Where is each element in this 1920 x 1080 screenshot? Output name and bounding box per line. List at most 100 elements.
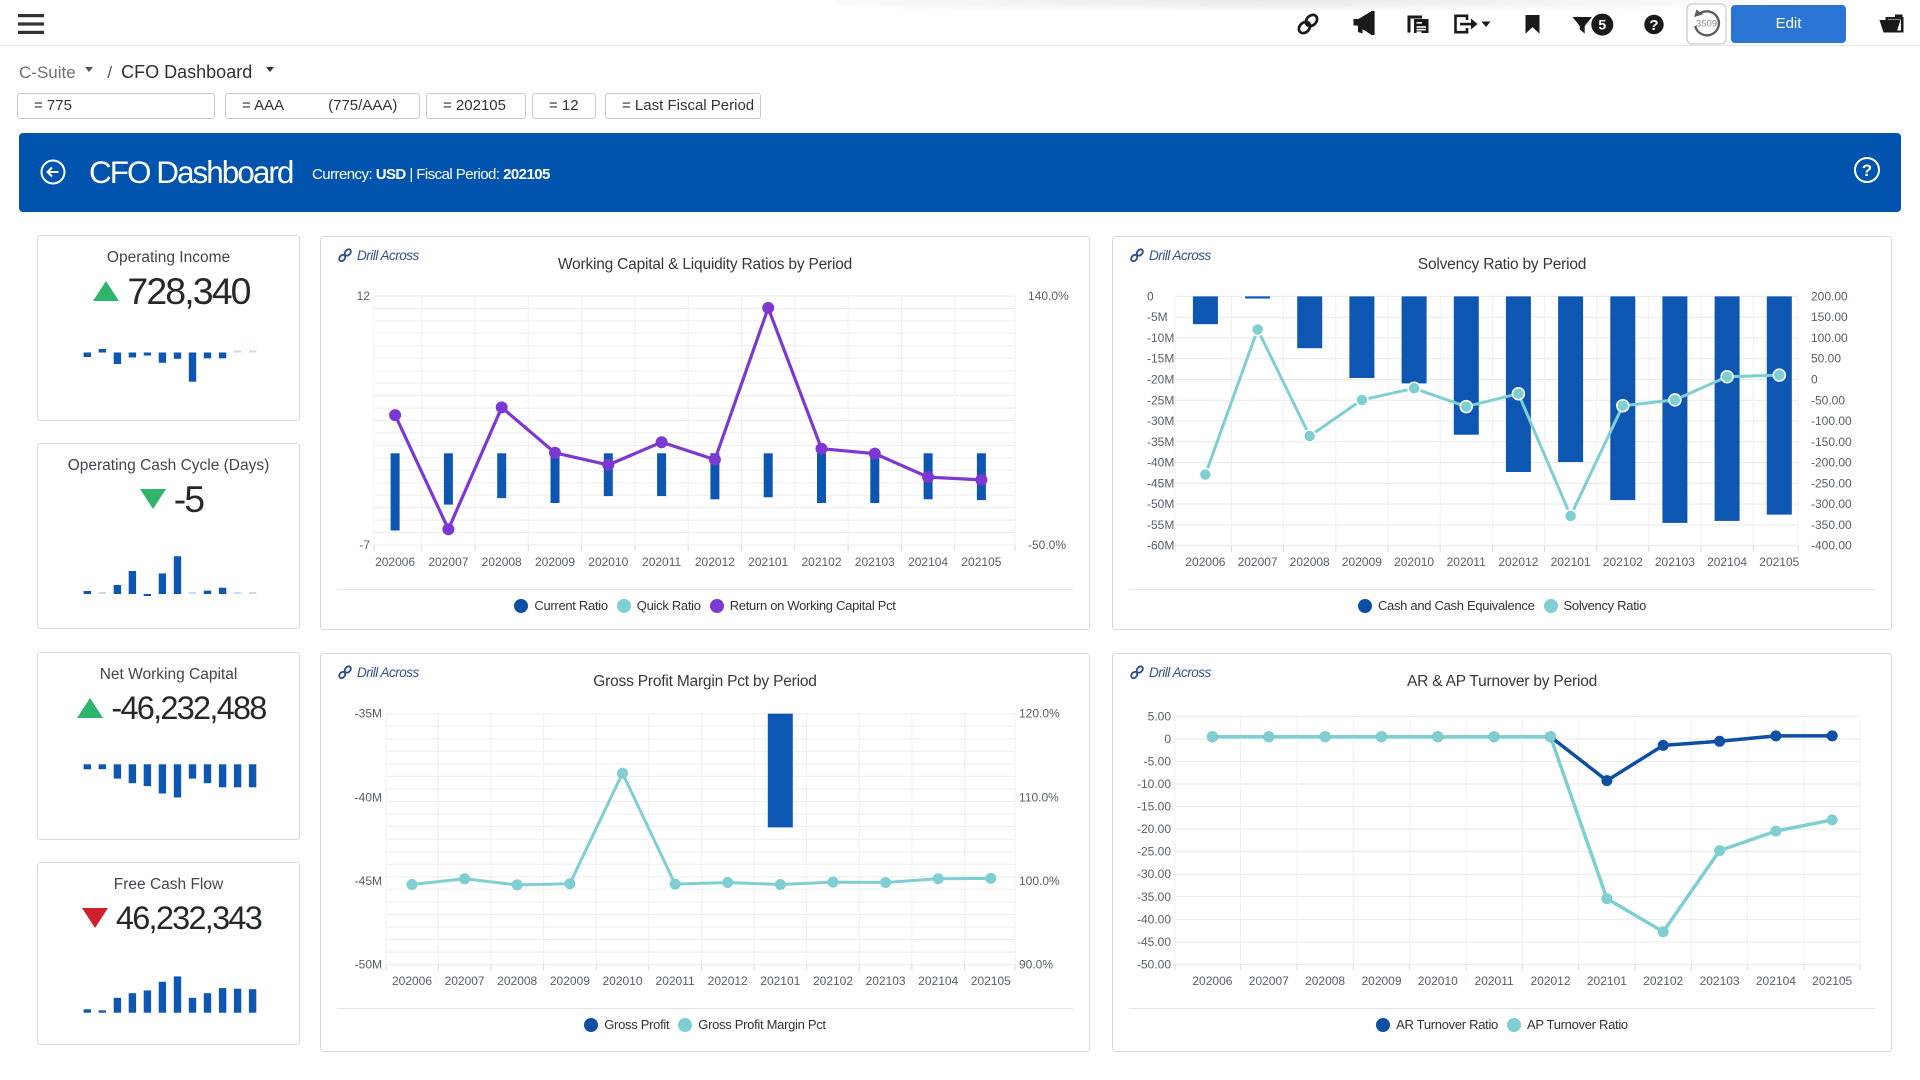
- svg-text:-5.00: -5.00: [1144, 755, 1172, 769]
- svg-text:-100.00: -100.00: [1811, 414, 1852, 428]
- svg-text:202011: 202011: [642, 555, 681, 569]
- svg-text:?: ?: [1862, 161, 1872, 180]
- svg-text:-10.00: -10.00: [1137, 777, 1171, 791]
- svg-text:202009: 202009: [1342, 555, 1382, 569]
- svg-text:202104: 202104: [1756, 974, 1796, 988]
- svg-text:202103: 202103: [1655, 555, 1695, 569]
- svg-text:202104: 202104: [908, 555, 948, 569]
- svg-text:202010: 202010: [588, 555, 628, 569]
- svg-text:-45.00: -45.00: [1137, 935, 1171, 949]
- svg-text:12: 12: [357, 289, 371, 303]
- svg-text:202105: 202105: [971, 974, 1011, 988]
- svg-text:202008: 202008: [482, 555, 522, 569]
- svg-text:202102: 202102: [1643, 974, 1683, 988]
- svg-text:202006: 202006: [1192, 974, 1232, 988]
- svg-text:202101: 202101: [760, 974, 800, 988]
- svg-text:150.00: 150.00: [1811, 310, 1848, 324]
- svg-text:-300.00: -300.00: [1811, 497, 1852, 511]
- svg-text:-5M: -5M: [1147, 310, 1168, 324]
- svg-text:202009: 202009: [535, 555, 575, 569]
- svg-text:-25.00: -25.00: [1137, 845, 1171, 859]
- svg-text:?: ?: [1649, 17, 1658, 34]
- svg-text:-50M: -50M: [355, 958, 382, 972]
- svg-text:202007: 202007: [428, 555, 468, 569]
- svg-text:100.00: 100.00: [1811, 331, 1848, 345]
- svg-text:202105: 202105: [961, 555, 1001, 569]
- svg-text:202105: 202105: [1759, 555, 1799, 569]
- svg-text:-20M: -20M: [1147, 373, 1174, 387]
- svg-text:202009: 202009: [1361, 974, 1401, 988]
- svg-text:-30M: -30M: [1147, 414, 1174, 428]
- svg-text:-40M: -40M: [355, 790, 382, 804]
- svg-text:202102: 202102: [801, 555, 841, 569]
- svg-text:-40.00: -40.00: [1137, 912, 1171, 926]
- svg-text:-250.00: -250.00: [1811, 476, 1852, 490]
- svg-text:-45M: -45M: [355, 874, 382, 888]
- svg-text:202010: 202010: [1418, 974, 1458, 988]
- svg-text:202101: 202101: [748, 555, 788, 569]
- svg-text:202105: 202105: [1812, 974, 1852, 988]
- svg-text:-15.00: -15.00: [1137, 800, 1171, 814]
- svg-text:-35M: -35M: [1147, 435, 1174, 449]
- svg-text:202009: 202009: [550, 974, 590, 988]
- svg-text:0: 0: [1147, 289, 1154, 303]
- svg-text:-30.00: -30.00: [1137, 867, 1171, 881]
- svg-text:-55M: -55M: [1147, 518, 1174, 532]
- svg-text:202012: 202012: [1530, 974, 1570, 988]
- svg-text:-50.0%: -50.0%: [1028, 538, 1066, 552]
- svg-text:-25M: -25M: [1147, 393, 1174, 407]
- svg-text:-50.00: -50.00: [1811, 393, 1845, 407]
- svg-text:202012: 202012: [1498, 555, 1538, 569]
- svg-text:202007: 202007: [1238, 555, 1278, 569]
- svg-text:0: 0: [1811, 373, 1818, 387]
- svg-text:120.0%: 120.0%: [1019, 707, 1060, 721]
- svg-text:202011: 202011: [1447, 555, 1486, 569]
- svg-text:202103: 202103: [866, 974, 906, 988]
- svg-text:202006: 202006: [375, 555, 415, 569]
- svg-text:202011: 202011: [656, 974, 695, 988]
- svg-text:-350.00: -350.00: [1811, 518, 1852, 532]
- svg-text:202008: 202008: [1290, 555, 1330, 569]
- svg-text:202102: 202102: [813, 974, 853, 988]
- svg-text:-45M: -45M: [1147, 476, 1174, 490]
- svg-text:-7: -7: [359, 538, 370, 552]
- svg-text:-35M: -35M: [355, 707, 382, 721]
- svg-text:-20.00: -20.00: [1137, 822, 1171, 836]
- svg-text:202103: 202103: [855, 555, 895, 569]
- svg-text:202103: 202103: [1700, 974, 1740, 988]
- svg-text:140.0%: 140.0%: [1028, 289, 1069, 303]
- svg-text:5: 5: [1598, 17, 1606, 33]
- svg-text:-60M: -60M: [1147, 539, 1174, 553]
- svg-text:3509: 3509: [1696, 19, 1717, 30]
- svg-text:202012: 202012: [708, 974, 748, 988]
- svg-text:-400.00: -400.00: [1811, 539, 1852, 553]
- svg-text:-50.00: -50.00: [1137, 957, 1171, 971]
- svg-text:-35.00: -35.00: [1137, 890, 1171, 904]
- svg-text:202102: 202102: [1603, 555, 1643, 569]
- svg-text:202011: 202011: [1475, 974, 1514, 988]
- svg-text:50.00: 50.00: [1811, 352, 1841, 366]
- svg-text:110.0%: 110.0%: [1019, 790, 1059, 804]
- svg-text:202104: 202104: [918, 974, 958, 988]
- svg-text:100.0%: 100.0%: [1019, 874, 1060, 888]
- svg-text:0: 0: [1164, 732, 1171, 746]
- svg-text:202101: 202101: [1551, 555, 1591, 569]
- svg-text:202008: 202008: [1305, 974, 1345, 988]
- svg-text:-40M: -40M: [1147, 456, 1174, 470]
- svg-text:-10M: -10M: [1147, 331, 1174, 345]
- svg-text:202006: 202006: [1185, 555, 1225, 569]
- svg-text:-200.00: -200.00: [1811, 456, 1852, 470]
- svg-text:202104: 202104: [1707, 555, 1747, 569]
- svg-text:200.00: 200.00: [1811, 289, 1848, 303]
- svg-text:202007: 202007: [445, 974, 485, 988]
- svg-text:-15M: -15M: [1147, 352, 1174, 366]
- svg-text:202007: 202007: [1249, 974, 1289, 988]
- svg-text:-150.00: -150.00: [1811, 435, 1852, 449]
- svg-text:202006: 202006: [392, 974, 432, 988]
- svg-text:202010: 202010: [1394, 555, 1434, 569]
- svg-text:-50M: -50M: [1147, 497, 1174, 511]
- svg-text:90.0%: 90.0%: [1019, 958, 1053, 972]
- svg-text:202101: 202101: [1587, 974, 1627, 988]
- svg-text:202012: 202012: [695, 555, 735, 569]
- svg-text:202008: 202008: [497, 974, 537, 988]
